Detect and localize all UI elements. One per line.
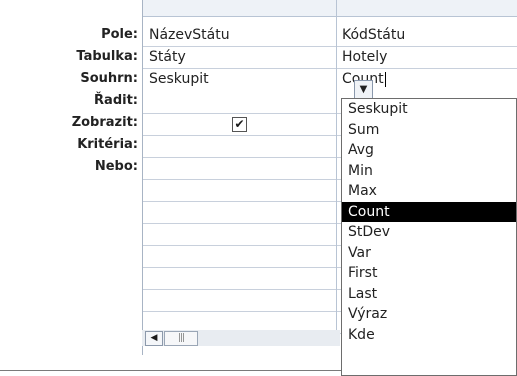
scroll-thumb-grip-icon: ||| (177, 333, 185, 343)
chevron-down-icon: ▼ (359, 84, 368, 95)
total-dropdown-list: Seskupit Sum Avg Min Max Count StDev Var… (341, 98, 517, 376)
label-sort: Řadit: (94, 93, 138, 108)
cell-field-col1[interactable]: NázevStátu (149, 24, 230, 46)
dropdown-option[interactable]: Last (342, 284, 516, 305)
text-caret (384, 71, 386, 87)
label-field: Pole: (101, 27, 138, 42)
horizontal-scrollbar[interactable]: ◀ ||| (142, 330, 340, 346)
row-labels: Pole: Tabulka: Souhrn: Řadit: Zobrazit: … (0, 24, 138, 178)
dropdown-option[interactable]: Max (342, 181, 516, 202)
dropdown-option[interactable]: First (342, 263, 516, 284)
cell-table-col1[interactable]: Státy (149, 46, 186, 68)
dropdown-option[interactable]: Seskupit (342, 99, 516, 120)
label-table: Tabulka: (76, 49, 138, 64)
column-divider[interactable] (336, 0, 337, 340)
dropdown-option[interactable]: Výraz (342, 304, 516, 325)
cell-total-col1[interactable]: Seskupit (149, 68, 209, 90)
bottom-divider (0, 370, 341, 371)
grid-row-table: Státy Hotely (143, 46, 517, 69)
dropdown-option[interactable]: Sum (342, 120, 516, 141)
scroll-left-button[interactable]: ◀ (145, 331, 163, 346)
dropdown-option[interactable]: Min (342, 161, 516, 182)
cell-field-col2[interactable]: KódStátu (342, 24, 405, 46)
dropdown-option[interactable]: Var (342, 243, 516, 264)
label-show: Zobrazit: (71, 115, 138, 130)
total-dropdown-button[interactable]: ▼ (354, 80, 373, 100)
dropdown-option[interactable]: Avg (342, 140, 516, 161)
dropdown-option[interactable]: Kde (342, 325, 516, 346)
label-total: Souhrn: (80, 71, 138, 86)
checkmark-icon: ✔ (234, 117, 245, 131)
scroll-thumb[interactable]: ||| (164, 331, 198, 346)
show-checkbox-col1[interactable]: ✔ (232, 117, 247, 132)
dropdown-option[interactable]: StDev (342, 222, 516, 243)
label-or: Nebo: (94, 159, 138, 174)
column-selector-bar[interactable] (143, 0, 517, 17)
dropdown-option-selected[interactable]: Count (342, 201, 516, 222)
scroll-left-arrow-icon: ◀ (150, 333, 158, 343)
grid-row-field: NázevStátu KódStátu (143, 24, 517, 47)
cell-table-col2[interactable]: Hotely (342, 46, 387, 68)
grid-row-total: Seskupit Count (143, 68, 517, 90)
label-criteria: Kritéria: (77, 137, 138, 152)
